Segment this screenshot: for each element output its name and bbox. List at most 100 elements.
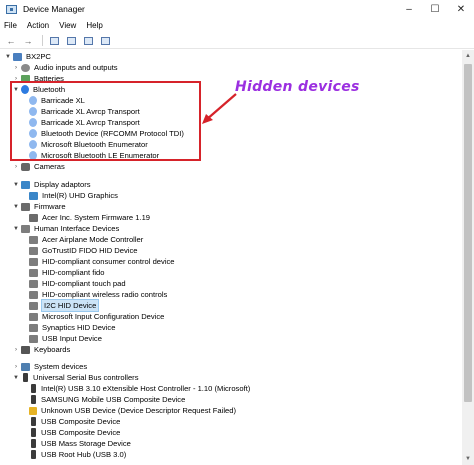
system-icon — [21, 362, 30, 371]
properties-button[interactable] — [47, 35, 61, 47]
tree-item-label: Intel(R) UHD Graphics — [42, 191, 118, 200]
hid-icon — [29, 290, 38, 299]
hid-icon — [29, 257, 38, 266]
menu-view[interactable]: View — [59, 21, 76, 30]
vertical-scrollbar[interactable]: ▲ ▼ — [462, 50, 474, 465]
tree-root-label: BX2PC — [26, 52, 51, 61]
menu-help[interactable]: Help — [86, 21, 102, 30]
tree-item-label: Firmware — [34, 202, 66, 211]
chip-icon — [29, 213, 38, 222]
chevron-right-icon[interactable]: › — [12, 164, 20, 170]
forward-button[interactable]: → — [21, 35, 35, 47]
usb-icon — [31, 428, 36, 437]
tree-item-label: Unknown USB Device (Device Descriptor Re… — [41, 406, 236, 415]
usb-icon — [31, 384, 36, 393]
tree-item-usb-device[interactable]: Intel(R) USB 3.10 eXtensible Host Contro… — [28, 383, 250, 394]
tree-item-label: Synaptics HID Device — [42, 323, 116, 332]
chevron-right-icon[interactable]: › — [12, 364, 20, 370]
tree-item-label: USB Composite Device — [41, 428, 121, 437]
tree-item-hid-device[interactable]: Synaptics HID Device — [28, 322, 115, 333]
tree-item-acer-firmware[interactable]: Acer Inc. System Firmware 1.19 — [28, 212, 150, 223]
tree-item-usb-device[interactable]: SAMSUNG Mobile USB Composite Device — [28, 394, 185, 405]
tree-item-hid-device[interactable]: HID-compliant touch pad — [28, 278, 126, 289]
hid-icon — [21, 224, 30, 233]
tree-item-intel-uhd[interactable]: Intel(R) UHD Graphics — [28, 190, 118, 201]
tree-item-label: SAMSUNG Mobile USB Composite Device — [41, 395, 186, 404]
maximize-button[interactable]: ☐ — [422, 0, 448, 18]
annotation-arrow-icon — [202, 93, 237, 124]
tree-item-usb-device[interactable]: USB Root Hub (USB 3.0) — [28, 449, 126, 460]
usb-icon — [23, 373, 28, 382]
tree-item-label: I2C HID Device — [40, 299, 100, 312]
tree-item-label: USB Composite Device — [41, 417, 121, 426]
window-controls: – ☐ ✕ — [396, 0, 474, 18]
scan-hardware-button[interactable] — [98, 35, 112, 47]
tree-item-label: Cameras — [34, 162, 65, 171]
scroll-thumb[interactable] — [464, 64, 472, 402]
monitor-icon — [100, 36, 110, 45]
minimize-button[interactable]: – — [396, 0, 422, 18]
tree-item-hid-device[interactable]: GoTrustID FIDO HID Device — [28, 245, 138, 256]
tree-item-hid[interactable]: ▼ Human Interface Devices — [12, 223, 119, 234]
tree-item-hid-device[interactable]: USB Input Device — [28, 333, 102, 344]
monitor-icon — [29, 191, 38, 200]
tree-item-usb-unknown[interactable]: Unknown USB Device (Device Descriptor Re… — [28, 405, 236, 416]
tree-item-keyboards[interactable]: › Keyboards — [12, 344, 70, 355]
tree-item-label: System devices — [34, 362, 88, 371]
tree-item-usb-device[interactable]: USB Composite Device — [28, 427, 120, 438]
tree-item-hid-device[interactable]: HID-compliant fido — [28, 267, 104, 278]
menu-action[interactable]: Action — [27, 21, 49, 30]
hid-icon — [29, 301, 38, 310]
tree-item-hid-device[interactable]: Acer Airplane Mode Controller — [28, 234, 143, 245]
tree-item-firmware[interactable]: ▼ Firmware — [12, 201, 66, 212]
monitor-icon — [21, 180, 30, 189]
tree-item-usb-device[interactable]: USB Mass Storage Device — [28, 438, 131, 449]
camera-icon — [21, 162, 30, 171]
tree-item-audio[interactable]: › Audio inputs and outputs — [12, 62, 118, 73]
tree-item-hid-device[interactable]: Microsoft Input Configuration Device — [28, 311, 164, 322]
chevron-right-icon[interactable]: › — [12, 65, 20, 71]
details-button[interactable] — [64, 35, 78, 47]
hid-icon — [29, 312, 38, 321]
tree-root[interactable]: ▼ BX2PC — [4, 51, 51, 62]
tree-item-usb-device[interactable]: USB Composite Device — [28, 416, 120, 427]
tree-item-usb-controllers[interactable]: ▼ Universal Serial Bus controllers — [12, 372, 139, 383]
menu-bar: File Action View Help — [0, 18, 474, 33]
menu-file[interactable]: File — [4, 21, 17, 30]
tree-item-hid-device[interactable]: HID-compliant wireless radio controls — [28, 289, 167, 300]
chevron-down-icon[interactable]: ▼ — [12, 182, 20, 188]
tree-item-label: Acer Airplane Mode Controller — [42, 235, 144, 244]
chevron-down-icon[interactable]: ▼ — [12, 375, 20, 381]
keyboard-icon — [21, 345, 30, 354]
scroll-down-icon[interactable]: ▼ — [462, 453, 474, 465]
tree-item-cameras[interactable]: › Cameras — [12, 161, 65, 172]
tree-item-label: USB Mass Storage Device — [41, 439, 131, 448]
chevron-down-icon[interactable]: ▼ — [12, 226, 20, 232]
tree-item-hid-device[interactable]: HID-compliant consumer control device — [28, 256, 175, 267]
tree-item-label: Intel(R) USB 3.10 eXtensible Host Contro… — [41, 384, 251, 393]
tree-item-system-devices[interactable]: › System devices — [12, 361, 87, 372]
chevron-down-icon[interactable]: ▼ — [12, 204, 20, 210]
window-title: Device Manager — [23, 4, 85, 14]
toolbar-divider — [42, 35, 43, 46]
tree-item-label: HID-compliant wireless radio controls — [42, 290, 168, 299]
close-button[interactable]: ✕ — [448, 0, 474, 18]
chevron-down-icon[interactable]: ▼ — [4, 54, 12, 60]
tree-item-label: Universal Serial Bus controllers — [33, 373, 139, 382]
hid-icon — [29, 279, 38, 288]
tree-item-display-adaptors[interactable]: ▼ Display adaptors — [12, 179, 91, 190]
computer-icon — [13, 52, 22, 61]
tree-item-label: GoTrustID FIDO HID Device — [42, 246, 138, 255]
back-button[interactable]: ← — [4, 35, 18, 47]
hid-icon — [29, 246, 38, 255]
hidden-devices-label: Hidden devices — [235, 79, 360, 95]
usb-icon — [31, 439, 36, 448]
tree-item-label: USB Input Device — [42, 334, 102, 343]
tree-item-i2c-hid-selected[interactable]: I2C HID Device — [28, 299, 100, 312]
device-manager-icon — [6, 4, 17, 14]
tree-item-label: HID-compliant fido — [42, 268, 105, 277]
tree-item-label: Acer Inc. System Firmware 1.19 — [42, 213, 151, 222]
help-button[interactable] — [81, 35, 95, 47]
chevron-right-icon[interactable]: › — [12, 347, 20, 353]
scroll-up-icon[interactable]: ▲ — [462, 50, 474, 62]
